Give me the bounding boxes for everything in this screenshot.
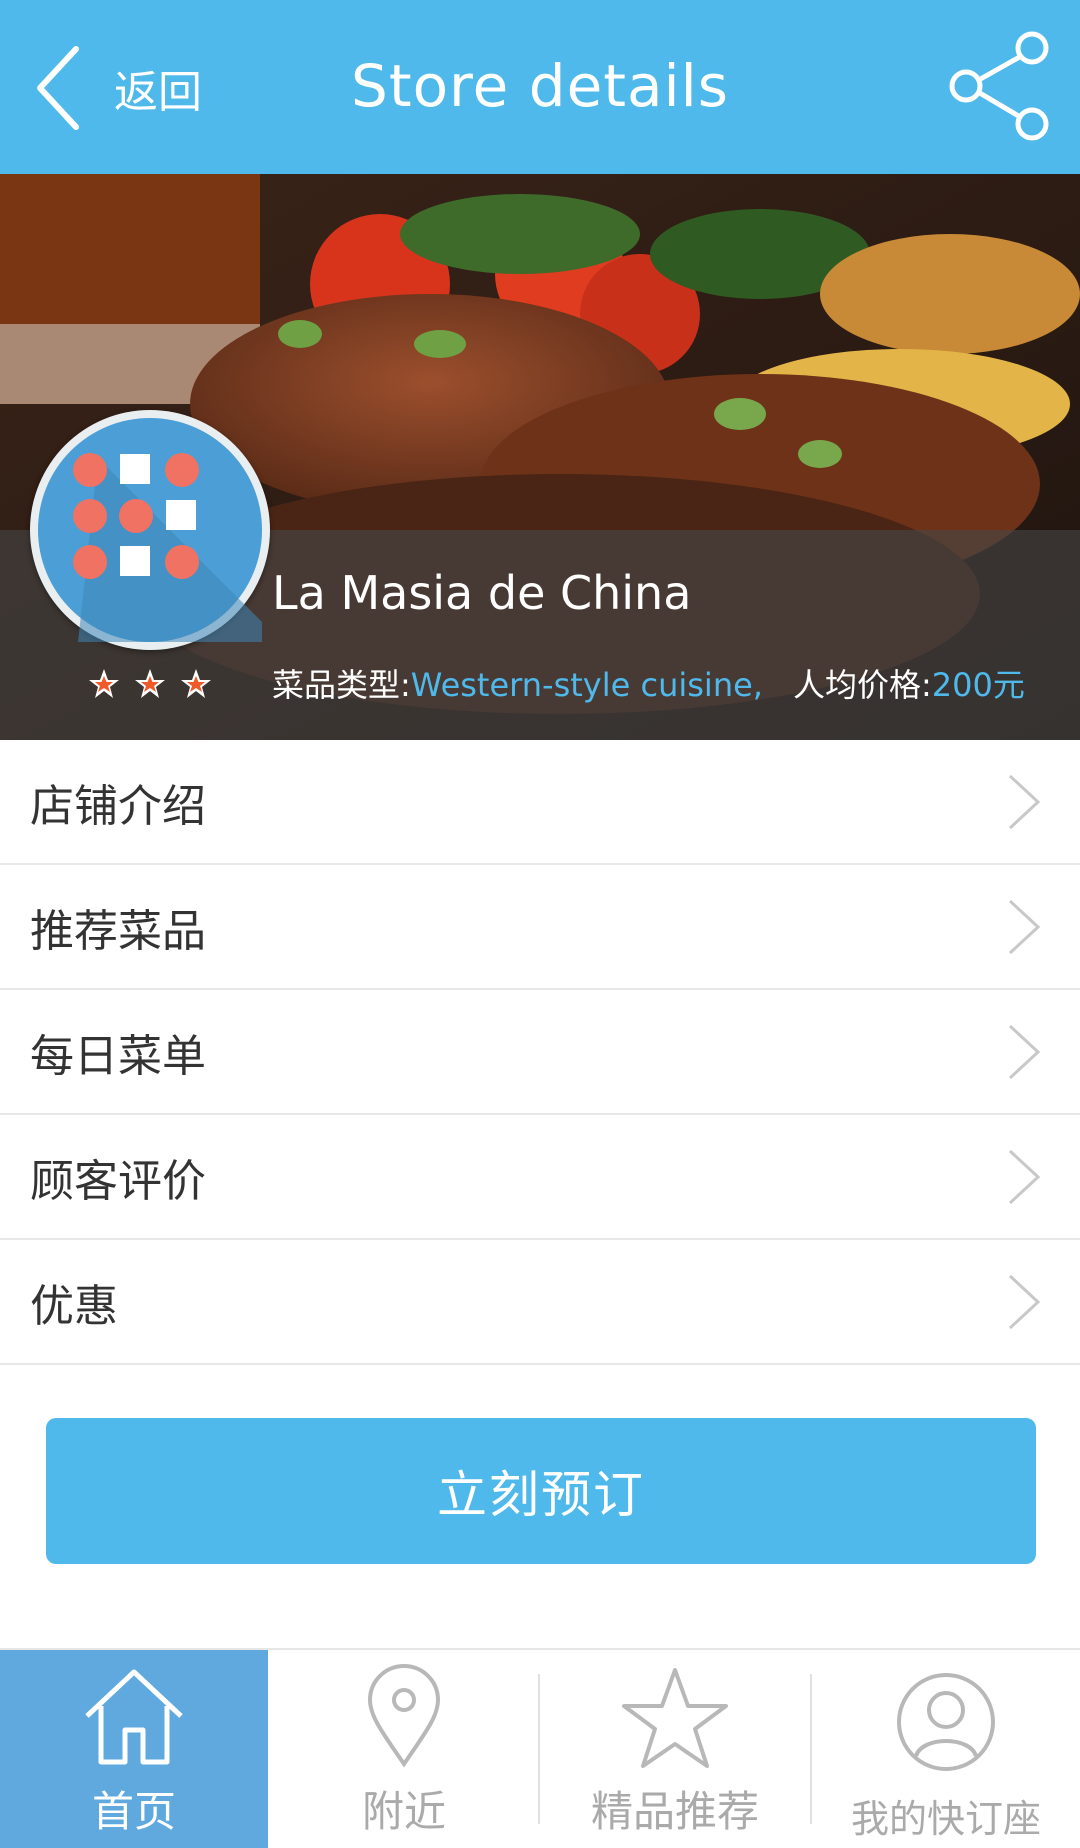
store-logo [30, 410, 270, 650]
menu-item-recommended-dishes[interactable]: 推荐菜品 [0, 865, 1080, 990]
nav-label: 首页 [91, 1787, 176, 1836]
share-button[interactable] [940, 30, 1060, 142]
nav-item-home[interactable]: 首页 [0, 1650, 268, 1848]
menu-item-discounts[interactable]: 优惠 [0, 1240, 1080, 1365]
menu-item-customer-reviews[interactable]: 顾客评价 [0, 1115, 1080, 1240]
chevron-right-icon [1008, 1274, 1041, 1330]
star-icon [135, 669, 165, 698]
menu-item-store-intro[interactable]: 店铺介绍 [0, 740, 1080, 865]
price-value: 200元 [931, 666, 1025, 704]
share-icon [949, 31, 1049, 141]
bottom-nav: 首页 附近 精品推荐 我的快订座 [0, 1648, 1080, 1848]
chevron-right-icon [1008, 899, 1041, 955]
store-name: La Masia de China [272, 566, 692, 620]
reserve-now-button[interactable]: 立刻预订 [46, 1418, 1036, 1564]
menu-item-label: 顾客评价 [30, 1155, 206, 1207]
star-icon [89, 669, 119, 698]
nav-label: 我的快订座 [850, 1797, 1041, 1841]
nav-item-nearby[interactable]: 附近 [270, 1650, 538, 1848]
nav-label: 附近 [361, 1787, 446, 1836]
user-icon [897, 1673, 995, 1771]
rating-stars [88, 668, 212, 700]
star-icon [622, 1668, 728, 1768]
store-hero: La Masia de China 菜品类型:Western-style cui… [0, 174, 1080, 740]
top-app-bar: 返回 Store details [0, 0, 1080, 174]
chevron-right-icon [1008, 1024, 1041, 1080]
location-pin-icon [367, 1664, 441, 1768]
cuisine-value: Western-style cuisine, [410, 666, 763, 704]
menu-item-label: 推荐菜品 [30, 905, 206, 957]
cuisine-label: 菜品类型: [272, 666, 411, 704]
menu-item-label: 每日菜单 [30, 1030, 206, 1082]
menu-item-label: 店铺介绍 [30, 780, 206, 832]
nav-label: 精品推荐 [590, 1787, 759, 1836]
store-meta: 菜品类型:Western-style cuisine, 人均价格:200元 [272, 660, 1025, 706]
chevron-right-icon [1008, 1149, 1041, 1205]
page-title: Store details [351, 52, 729, 120]
price-label: 人均价格: [792, 666, 932, 704]
store-menu-list: 店铺介绍 推荐菜品 每日菜单 顾客评价 优惠 [0, 740, 1080, 1365]
home-icon [85, 1669, 183, 1765]
menu-item-label: 优惠 [30, 1280, 118, 1332]
nav-item-my-reservations[interactable]: 我的快订座 [812, 1650, 1080, 1848]
nav-item-featured[interactable]: 精品推荐 [540, 1650, 810, 1848]
menu-item-daily-menu[interactable]: 每日菜单 [0, 990, 1080, 1115]
star-icon [181, 669, 211, 698]
chevron-right-icon [1008, 774, 1041, 830]
